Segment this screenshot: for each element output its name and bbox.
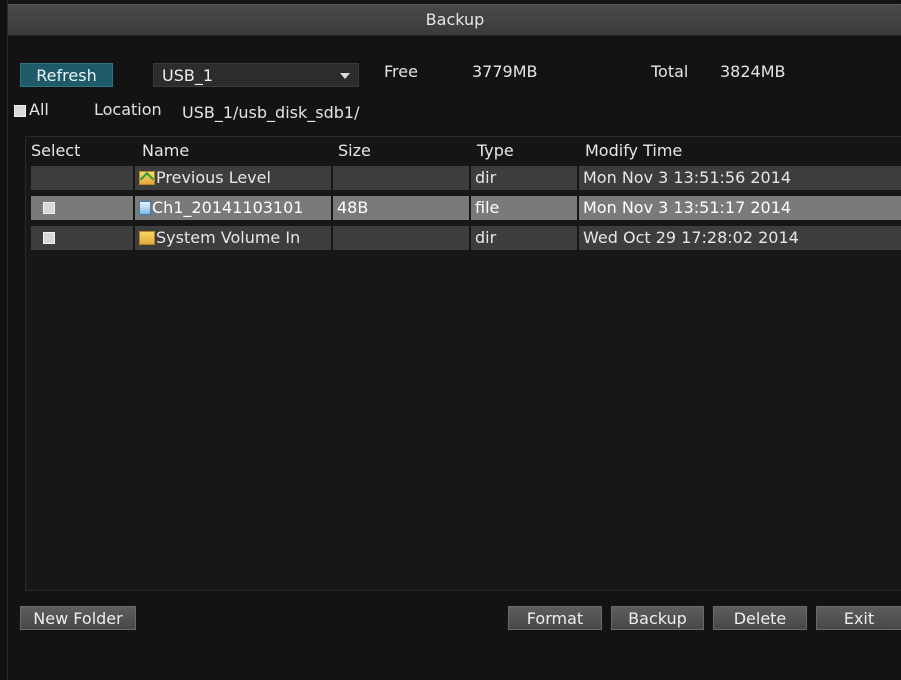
chevron-down-icon	[340, 73, 350, 79]
row-name-cell[interactable]: Previous Level	[135, 166, 331, 190]
row-size	[333, 226, 469, 250]
new-folder-button[interactable]: New Folder	[20, 606, 136, 630]
file-table: Select Name Size Type Modify Time Previo…	[25, 136, 901, 591]
total-value: 3824MB	[720, 62, 786, 81]
row-select-cell	[31, 166, 133, 190]
row-type: file	[471, 196, 577, 220]
row-size: 48B	[333, 196, 469, 220]
row-type: dir	[471, 226, 577, 250]
backup-window: Backup Refresh USB_1 Free 3779MB Total 3…	[7, 0, 901, 680]
row-type: dir	[471, 166, 577, 190]
free-label: Free	[384, 62, 418, 81]
table-row[interactable]: System Volume In dir Wed Oct 29 17:28:02…	[26, 224, 901, 252]
select-all-checkbox[interactable]	[14, 105, 26, 117]
free-value: 3779MB	[472, 62, 538, 81]
exit-button[interactable]: Exit	[816, 606, 901, 630]
folder-up-icon	[139, 171, 155, 185]
refresh-button[interactable]: Refresh	[20, 63, 113, 87]
table-row[interactable]: Ch1_20141103101 48B file Mon Nov 3 13:51…	[26, 194, 901, 222]
device-select-value: USB_1	[162, 66, 214, 85]
delete-button[interactable]: Delete	[713, 606, 807, 630]
row-size	[333, 166, 469, 190]
row-name: Ch1_20141103101	[152, 198, 304, 217]
column-name[interactable]: Name	[137, 137, 189, 164]
backup-button[interactable]: Backup	[611, 606, 704, 630]
row-modify-time: Wed Oct 29 17:28:02 2014	[579, 226, 901, 250]
row-name-cell[interactable]: System Volume In	[135, 226, 331, 250]
column-type[interactable]: Type	[472, 137, 514, 164]
device-select[interactable]: USB_1	[153, 63, 359, 87]
row-checkbox[interactable]	[43, 232, 55, 244]
column-modify-time[interactable]: Modify Time	[580, 137, 682, 164]
row-modify-time: Mon Nov 3 13:51:56 2014	[579, 166, 901, 190]
row-name: Previous Level	[156, 168, 271, 187]
location-label: Location	[94, 100, 162, 119]
column-select: Select	[31, 141, 81, 160]
select-all-label: All	[29, 100, 49, 119]
folder-icon	[139, 231, 155, 245]
format-button[interactable]: Format	[508, 606, 602, 630]
row-name: System Volume In	[156, 228, 301, 247]
column-size[interactable]: Size	[333, 137, 371, 164]
location-path: USB_1/usb_disk_sdb1/	[182, 103, 360, 122]
table-header: Select Name Size Type Modify Time	[26, 137, 901, 164]
row-modify-time: Mon Nov 3 13:51:17 2014	[579, 196, 901, 220]
video-file-icon	[139, 201, 151, 215]
total-label: Total	[651, 62, 689, 81]
table-row[interactable]: Previous Level dir Mon Nov 3 13:51:56 20…	[26, 164, 901, 192]
window-title: Backup	[8, 4, 901, 36]
row-checkbox[interactable]	[43, 202, 55, 214]
row-name-cell[interactable]: Ch1_20141103101	[135, 196, 331, 220]
